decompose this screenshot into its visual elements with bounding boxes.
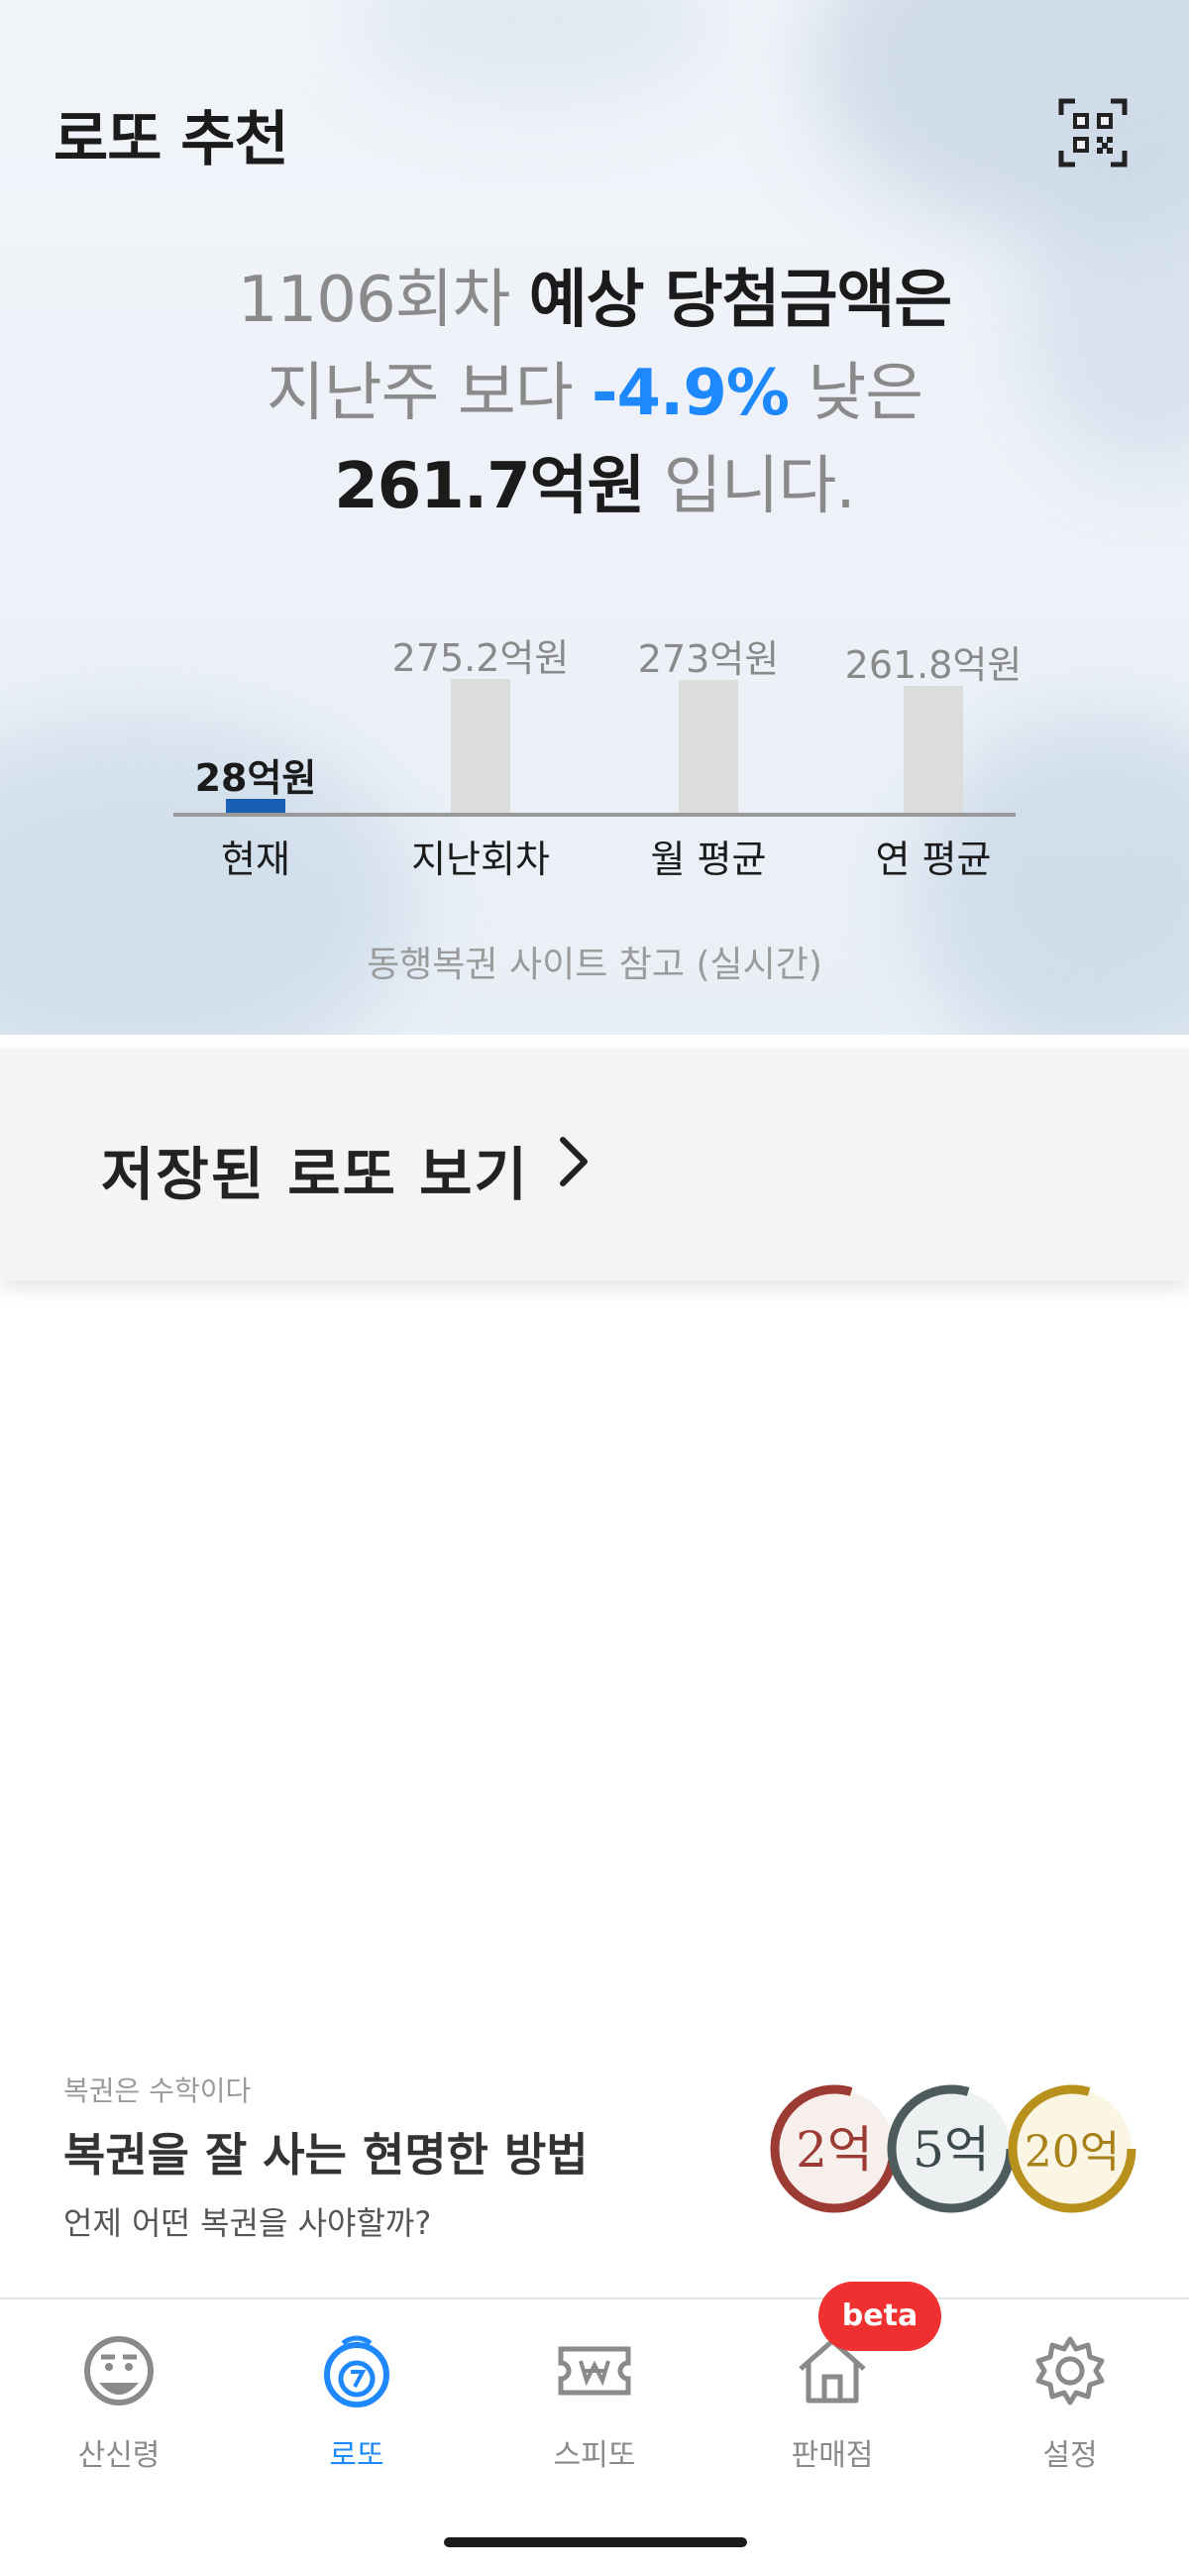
svg-text:20억: 20억 bbox=[1025, 2127, 1120, 2178]
chart-category-label: 연 평균 bbox=[875, 838, 992, 881]
banner-eyebrow: 복권은 수학이다 bbox=[63, 2074, 252, 2107]
ticket-icon bbox=[558, 2346, 631, 2396]
nav-label: 로또 bbox=[329, 2438, 384, 2473]
chart-category-label: 월 평균 bbox=[650, 838, 767, 881]
chart-value-label: 273억원 bbox=[637, 637, 780, 681]
change-percent: -4.9% bbox=[591, 357, 790, 430]
coin-2억: 2억 bbox=[770, 2084, 899, 2213]
banner-description: 언제 어떤 복권을 사야할까? bbox=[63, 2204, 432, 2242]
chart-value-label: 28억원 bbox=[194, 756, 317, 800]
headline-text: 예상 당첨금액은 bbox=[528, 264, 952, 337]
banner-title: 복권을 잘 사는 현명한 방법 bbox=[63, 2128, 589, 2182]
bottom-navigation: 산신령 로또 스피또 판매점 설정 bbox=[0, 2297, 1189, 2576]
prize-coins-illustration: 2억 5억 20억 bbox=[770, 2084, 1136, 2213]
lottery-tips-banner[interactable]: 복권은 수학이다 복권을 잘 사는 현명한 방법 언제 어떤 복권을 사야할까? bbox=[63, 2070, 757, 2244]
chart-value-label: 261.8억원 bbox=[844, 643, 1023, 687]
beta-badge: beta bbox=[818, 2282, 941, 2351]
watercolor-decoration bbox=[357, 0, 713, 99]
chart-axis bbox=[173, 813, 1016, 817]
saved-lotto-label: 저장된 로또 보기 bbox=[101, 1141, 529, 1208]
nav-item-speetto[interactable]: 스피또 bbox=[495, 2329, 694, 2474]
coin-5억: 5억 bbox=[887, 2084, 1016, 2213]
nav-item-lotto[interactable]: 로또 bbox=[258, 2329, 456, 2474]
nav-label: 판매점 bbox=[791, 2438, 874, 2473]
chevron-right-icon bbox=[560, 1137, 588, 1186]
expected-amount: 261.7억원 bbox=[334, 450, 645, 523]
nav-label: 산신령 bbox=[77, 2438, 161, 2473]
prize-summary-panel: 로또 추천 1106회차 예상 당첨금액은 지난주 보다 -4.9% 낮은 26… bbox=[0, 0, 1189, 1035]
coin-20억: 20억 bbox=[1008, 2084, 1136, 2213]
svg-text:5억: 5억 bbox=[913, 2121, 990, 2179]
chart-bar bbox=[679, 680, 738, 813]
nav-item-sansinryeong[interactable]: 산신령 bbox=[20, 2329, 218, 2474]
headline-text: 낮은 bbox=[808, 357, 923, 430]
chart-category-label: 현재 bbox=[221, 838, 290, 881]
headline-text: 입니다. bbox=[663, 450, 856, 523]
page-title: 로또 추천 bbox=[54, 105, 289, 174]
chart-category-label: 지난회차 bbox=[411, 838, 550, 881]
svg-text:2억: 2억 bbox=[796, 2121, 873, 2179]
qr-scan-icon[interactable] bbox=[1057, 97, 1129, 168]
nav-label: 스피또 bbox=[553, 2438, 636, 2473]
home-indicator bbox=[444, 2537, 747, 2547]
nav-item-settings[interactable]: 설정 bbox=[971, 2329, 1169, 2474]
lotto-ball-icon bbox=[324, 2335, 389, 2408]
prize-headline: 1106회차 예상 당첨금액은 지난주 보다 -4.9% 낮은 261.7억원 … bbox=[0, 254, 1189, 533]
gear-icon bbox=[1035, 2336, 1105, 2406]
source-note: 동행복권 사이트 참고 (실시간) bbox=[367, 945, 822, 985]
chart-value-label: 275.2억원 bbox=[391, 636, 570, 680]
prize-bar-chart: 28억원현재 275.2억원지난회차 273억원월 평균 261.8억원연 평균 bbox=[0, 595, 1189, 892]
headline-text: 지난주 보다 bbox=[266, 357, 574, 430]
chart-bar bbox=[451, 679, 510, 813]
nav-label: 설정 bbox=[1042, 2438, 1098, 2473]
saved-lotto-button[interactable]: 저장된 로또 보기 bbox=[0, 1049, 1189, 1281]
round-number: 1106회차 bbox=[237, 264, 511, 337]
mountain-spirit-icon bbox=[84, 2336, 154, 2406]
chart-bar bbox=[904, 686, 963, 813]
